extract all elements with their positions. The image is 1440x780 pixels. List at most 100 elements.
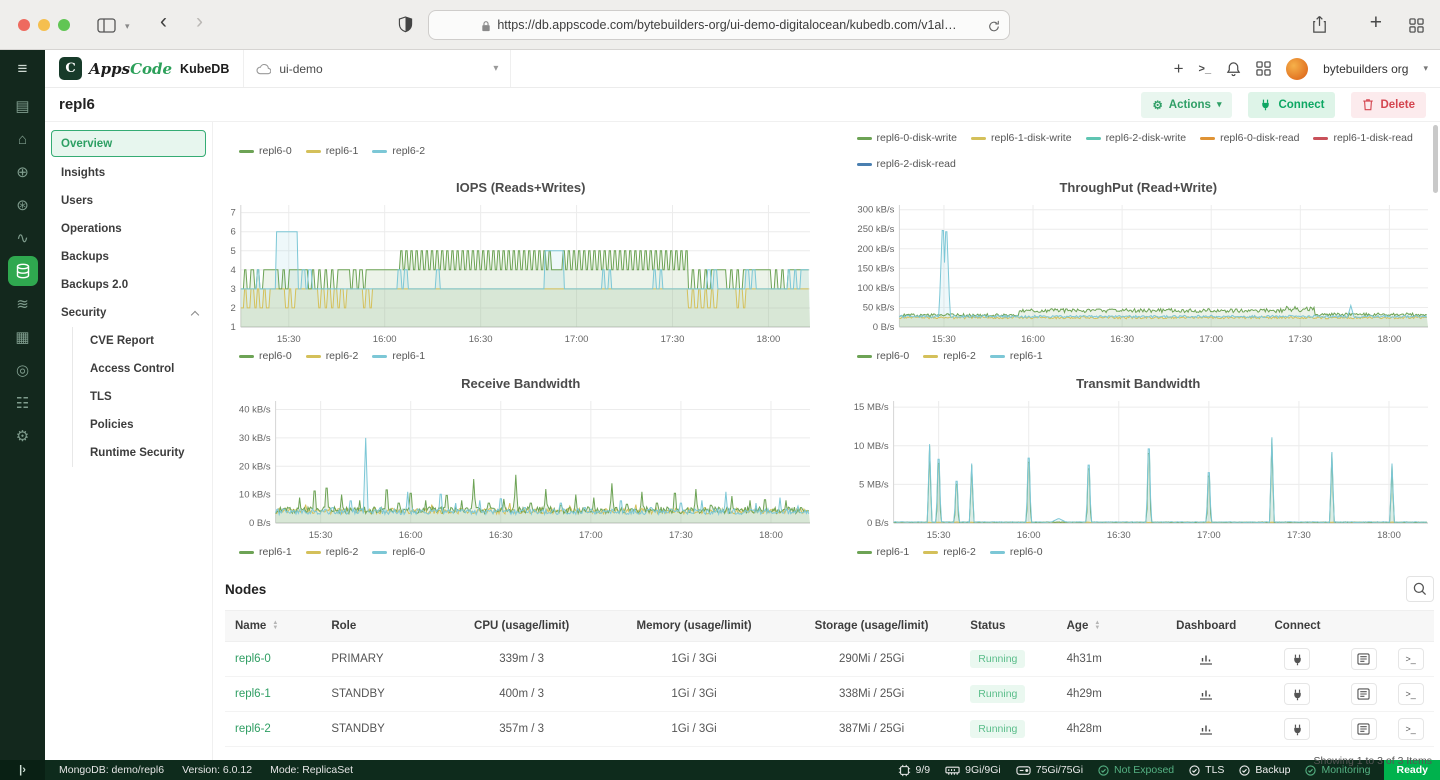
logs-button[interactable]	[1351, 718, 1377, 740]
lock-icon	[481, 18, 491, 32]
legend-item[interactable]: repl6-0	[857, 350, 910, 362]
search-button[interactable]	[1406, 576, 1434, 602]
nav-item-insights[interactable]: Insights	[45, 159, 212, 187]
delete-button[interactable]: Delete	[1351, 92, 1426, 118]
terminal-icon[interactable]: >_	[1199, 63, 1212, 75]
legend-item[interactable]: repl6-0-disk-write	[857, 132, 958, 144]
expand-statusbar-icon[interactable]: |›	[0, 760, 45, 780]
logs-button[interactable]	[1351, 683, 1377, 705]
clusters-icon[interactable]: ▤	[8, 91, 38, 121]
column-header-connect: Connect	[1254, 611, 1340, 642]
dashboard-button[interactable]	[1199, 652, 1213, 667]
legend-item[interactable]: repl6-0	[990, 546, 1043, 558]
nav-item-operations[interactable]: Operations	[45, 215, 212, 243]
nav-item-policies[interactable]: Policies	[73, 411, 212, 439]
menu-toggle-icon[interactable]: ≡	[0, 50, 45, 88]
minimize-window-button[interactable]	[38, 19, 50, 31]
legend-item[interactable]: repl6-1	[239, 546, 292, 558]
node-name-link[interactable]: repl6-1	[235, 688, 271, 700]
legend-item[interactable]: repl6-1-disk-write	[971, 132, 1072, 144]
cloud-providers-icon[interactable]: ⊕	[8, 157, 38, 187]
node-name-link[interactable]: repl6-0	[235, 653, 271, 665]
scrollbar-thumb[interactable]	[1433, 125, 1438, 193]
legend-item[interactable]: repl6-0	[372, 546, 425, 558]
svg-text:5 MB/s: 5 MB/s	[859, 479, 889, 490]
actions-button[interactable]: ⚙ Actions ▾	[1141, 92, 1232, 118]
legend-item[interactable]: repl6-2	[923, 350, 976, 362]
address-bar[interactable]: https://db.appscode.com/bytebuilders-org…	[428, 10, 1010, 40]
node-storage: 290Mi / 25Gi	[783, 642, 960, 677]
appscode-logo[interactable]: C AppsCode KubeDB	[45, 57, 243, 80]
reload-icon[interactable]	[988, 19, 1000, 33]
svg-text:17:30: 17:30	[1288, 334, 1312, 345]
chevron-down-icon[interactable]: ▾	[125, 21, 130, 32]
legend-label: repl6-0-disk-read	[1220, 132, 1299, 144]
browser-sidebar-icon[interactable]	[97, 17, 116, 35]
column-header-name[interactable]: Name▲▼	[225, 611, 321, 642]
zoom-window-button[interactable]	[58, 19, 70, 31]
helm-charts-icon[interactable]: ⚙	[8, 421, 38, 451]
legend-item[interactable]: repl6-2	[923, 546, 976, 558]
dashboard-button[interactable]	[1199, 687, 1213, 702]
new-tab-button[interactable]: +	[1370, 11, 1382, 35]
connect-node-button[interactable]	[1284, 648, 1310, 670]
nav-item-backups[interactable]: Backups	[45, 243, 212, 271]
backups-icon[interactable]: ≋	[8, 289, 38, 319]
metrics-icon[interactable]: ∿	[8, 223, 38, 253]
marketplace-icon[interactable]: ▦	[8, 322, 38, 352]
legend-item[interactable]: repl6-2	[372, 145, 425, 157]
legend-item[interactable]: repl6-1	[857, 546, 910, 558]
legend-item[interactable]: repl6-1	[372, 350, 425, 362]
nav-item-backups-2-0[interactable]: Backups 2.0	[45, 271, 212, 299]
connect-node-button[interactable]	[1284, 718, 1310, 740]
databases-icon[interactable]	[8, 256, 38, 286]
sort-icon[interactable]: ▲▼	[272, 621, 278, 630]
nav-item-security[interactable]: Security	[45, 299, 212, 327]
security-scan-icon[interactable]: ◎	[8, 355, 38, 385]
legend-item[interactable]: repl6-0-disk-read	[1200, 132, 1299, 144]
dashboard-button[interactable]	[1199, 722, 1213, 737]
cluster-selector[interactable]: ui-demo ▾	[243, 50, 511, 87]
legend-item[interactable]: repl6-1	[990, 350, 1043, 362]
privacy-shield-icon[interactable]	[398, 16, 413, 34]
exec-button[interactable]: >_	[1398, 648, 1424, 670]
stacks-icon[interactable]: ☷	[8, 388, 38, 418]
legend-item[interactable]: repl6-2	[306, 546, 359, 558]
connect-button[interactable]: Connect	[1248, 92, 1335, 118]
sort-icon[interactable]: ▲▼	[1094, 621, 1100, 630]
legend-item[interactable]: repl6-2	[306, 350, 359, 362]
close-window-button[interactable]	[18, 19, 30, 31]
legend-label: repl6-1	[1010, 350, 1043, 362]
connect-node-button[interactable]	[1284, 683, 1310, 705]
legend-item[interactable]: repl6-0	[239, 350, 292, 362]
apps-grid-icon[interactable]	[1256, 61, 1271, 76]
nav-item-cve-report[interactable]: CVE Report	[73, 327, 212, 355]
browser-back-button[interactable]: ‹	[160, 10, 167, 34]
legend-item[interactable]: repl6-0	[239, 145, 292, 157]
status-badge: Running	[970, 685, 1025, 703]
legend-swatch	[372, 551, 387, 554]
column-header-age[interactable]: Age▲▼	[1057, 611, 1158, 642]
create-button[interactable]: +	[1174, 59, 1184, 79]
legend-item[interactable]: repl6-2-disk-write	[1086, 132, 1187, 144]
legend-item[interactable]: repl6-1-disk-read	[1313, 132, 1412, 144]
nav-item-overview[interactable]: Overview	[51, 130, 206, 157]
bell-icon[interactable]	[1226, 61, 1241, 77]
avatar[interactable]	[1286, 58, 1308, 80]
nav-item-users[interactable]: Users	[45, 187, 212, 215]
org-name[interactable]: bytebuilders org	[1323, 62, 1408, 76]
tab-overview-icon[interactable]	[1409, 17, 1424, 35]
legend-swatch	[239, 150, 254, 153]
legend-item[interactable]: repl6-1	[306, 145, 359, 157]
nav-item-tls[interactable]: TLS	[73, 383, 212, 411]
legend-item[interactable]: repl6-2-disk-read	[857, 158, 956, 170]
nav-item-runtime-security[interactable]: Runtime Security	[73, 439, 212, 467]
nav-item-access-control[interactable]: Access Control	[73, 355, 212, 383]
exec-button[interactable]: >_	[1398, 683, 1424, 705]
share-icon[interactable]	[1311, 15, 1328, 34]
home-icon[interactable]: ⌂	[8, 124, 38, 154]
node-name-link[interactable]: repl6-2	[235, 723, 271, 735]
logs-button[interactable]	[1351, 648, 1377, 670]
exec-button[interactable]: >_	[1398, 718, 1424, 740]
kubernetes-icon[interactable]: ⊛	[8, 190, 38, 220]
